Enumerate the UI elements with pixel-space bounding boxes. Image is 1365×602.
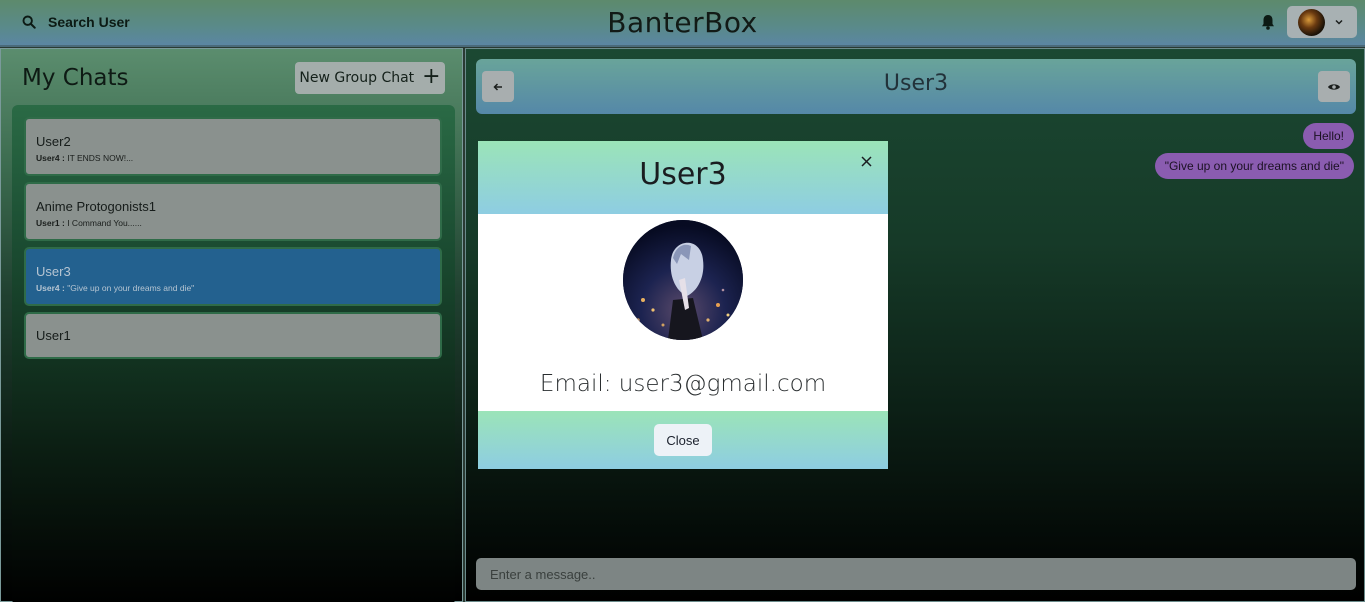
avatar bbox=[1298, 8, 1325, 36]
new-group-chat-label: New Group Chat bbox=[299, 70, 415, 86]
modal-title: User3 bbox=[639, 157, 727, 192]
chat-preview-text: "Give up on your dreams and die" bbox=[67, 283, 195, 293]
chat-list: User2 User4 : IT ENDS NOW!... Anime Prot… bbox=[12, 105, 455, 602]
chat-list-item-user1[interactable]: User1 bbox=[24, 312, 442, 359]
close-button[interactable]: Close bbox=[654, 424, 712, 456]
close-icon bbox=[860, 155, 872, 167]
anime-character-image bbox=[623, 220, 743, 340]
chat-list-item-user3[interactable]: User3 User4 : "Give up on your dreams an… bbox=[24, 247, 442, 306]
bell-icon[interactable] bbox=[1259, 13, 1277, 31]
profile-modal: User3 Email: user3@gmail.com Close bbox=[478, 141, 888, 469]
message-input[interactable] bbox=[476, 558, 1356, 590]
modal-email: Email: user3@gmail.com bbox=[539, 371, 827, 397]
my-chats-heading: My Chats bbox=[22, 65, 129, 91]
chat-name: User1 bbox=[36, 328, 71, 343]
top-navbar: Search User BanterBox bbox=[0, 0, 1365, 47]
modal-close-icon-button[interactable] bbox=[857, 152, 875, 170]
chat-sender: User1 : bbox=[36, 218, 65, 228]
search-icon bbox=[22, 15, 36, 29]
chat-preview-text: I Command You...... bbox=[67, 218, 142, 228]
modal-header: User3 bbox=[478, 141, 888, 214]
search-user-button[interactable]: Search User bbox=[12, 6, 140, 38]
chat-name: User2 bbox=[36, 134, 71, 149]
eye-icon bbox=[1328, 83, 1340, 90]
chat-latest-message: User1 : I Command You...... bbox=[36, 218, 430, 228]
message-bubble: Hello! bbox=[1303, 123, 1354, 149]
search-user-label: Search User bbox=[48, 14, 130, 30]
arrow-left-icon bbox=[493, 82, 502, 91]
chat-list-item-anime-protogonists1[interactable]: Anime Protogonists1 User1 : I Command Yo… bbox=[24, 182, 442, 241]
chat-name: Anime Protogonists1 bbox=[36, 199, 156, 214]
plus-icon: + bbox=[422, 64, 441, 89]
chevron-down-icon bbox=[1335, 19, 1343, 25]
chat-latest-message: User4 : "Give up on your dreams and die" bbox=[36, 283, 430, 293]
chat-header: User3 bbox=[476, 59, 1356, 114]
chat-latest-message: User4 : IT ENDS NOW!... bbox=[36, 153, 430, 163]
chat-preview-text: IT ENDS NOW!... bbox=[67, 153, 134, 163]
view-profile-button[interactable] bbox=[1318, 71, 1350, 102]
chat-title: User3 bbox=[883, 71, 949, 96]
modal-footer: Close bbox=[478, 411, 888, 469]
new-group-chat-button[interactable]: New Group Chat + bbox=[295, 62, 445, 94]
app-title: BanterBox bbox=[607, 6, 758, 39]
message-bubble: "Give up on your dreams and die" bbox=[1154, 153, 1354, 179]
back-button[interactable] bbox=[482, 71, 514, 102]
my-chats-panel: My Chats New Group Chat + User2 User4 : … bbox=[0, 48, 463, 602]
chat-sender: User4 : bbox=[36, 153, 65, 163]
chat-list-item-user2[interactable]: User2 User4 : IT ENDS NOW!... bbox=[24, 117, 442, 176]
profile-picture bbox=[623, 220, 743, 340]
chat-name: User3 bbox=[36, 264, 71, 279]
chat-sender: User4 : bbox=[36, 283, 65, 293]
profile-menu-button[interactable] bbox=[1287, 6, 1357, 38]
